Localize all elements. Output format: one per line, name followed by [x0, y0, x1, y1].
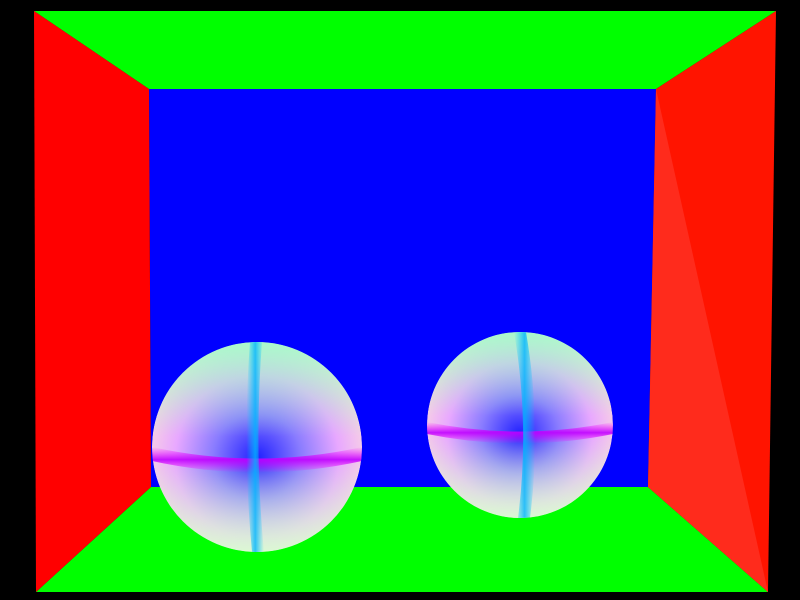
- floor: [36, 487, 768, 592]
- scene-canvas: [0, 0, 800, 600]
- ceiling: [34, 11, 776, 89]
- right-sphere: [427, 332, 613, 518]
- left-sphere: [152, 342, 362, 552]
